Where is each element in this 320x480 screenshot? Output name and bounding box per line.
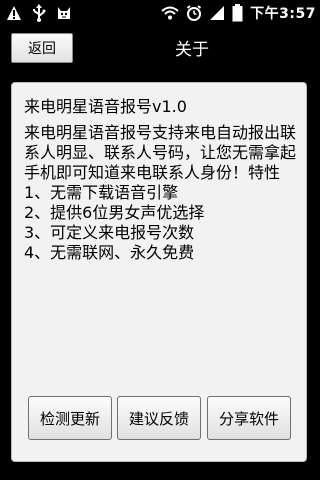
share-button[interactable]: 分享软件 [207,396,291,440]
signal-icon [209,5,225,21]
usb-icon [32,3,46,22]
app-description: 来电明星语音报号支持来电自动报出联系人明显、联系人号码，让您无需拿起手机即可知道… [24,123,297,262]
check-update-button[interactable]: 检测更新 [28,396,112,440]
status-bar: 下午3:57 [0,0,320,25]
cat-face-icon [56,5,72,21]
feedback-button[interactable]: 建议反馈 [117,396,201,440]
wifi-icon [161,6,179,20]
status-right-icons: 下午3:57 [161,2,316,23]
back-button[interactable]: 返回 [11,33,73,63]
alarm-icon [186,4,202,21]
title-bar: 返回 关于 [0,25,320,70]
status-clock: 下午3:57 [250,5,316,22]
about-panel: 来电明星语音报号v1.0 来电明星语音报号支持来电自动报出联系人明显、联系人号码… [11,82,307,462]
status-left-icons [6,3,72,22]
app-title: 来电明星语音报号v1.0 [24,97,187,116]
warning-icon [6,5,22,21]
battery-icon [232,3,243,22]
page-title: 关于 [175,40,209,60]
